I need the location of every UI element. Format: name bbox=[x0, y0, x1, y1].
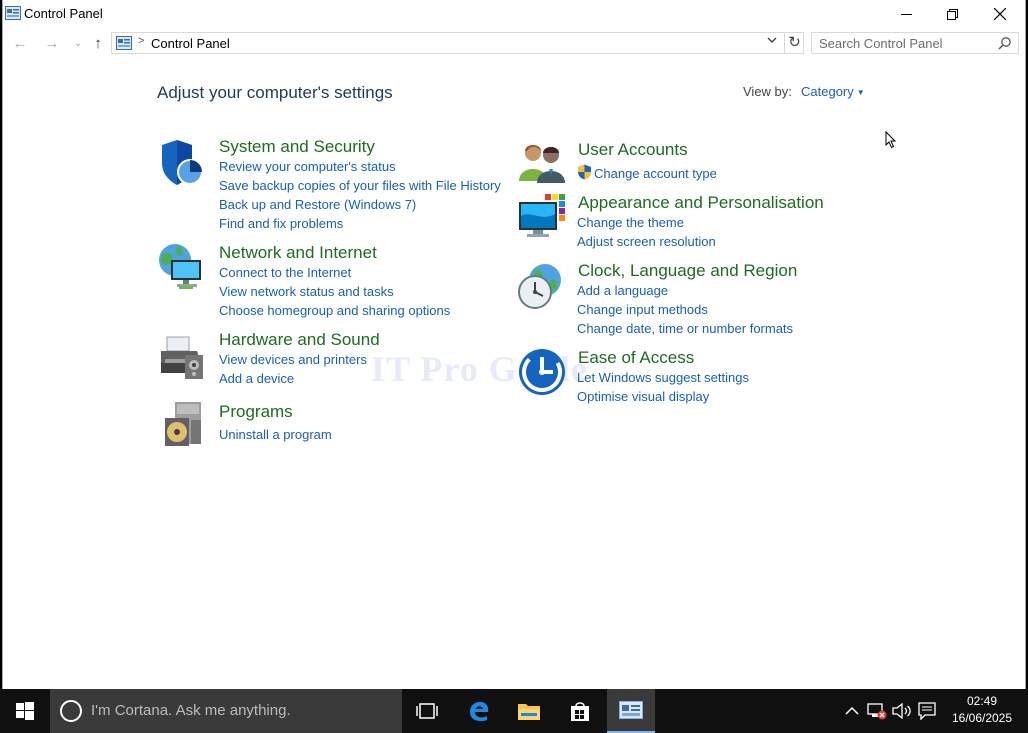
store-bag-icon bbox=[571, 702, 589, 721]
taskbar: I'm Cortana. Ask me anything. 02:49 16/0… bbox=[0, 689, 1028, 733]
category-hardware-and-sound[interactable]: Hardware and Sound bbox=[219, 330, 380, 350]
caret-down-icon: ▼ bbox=[856, 88, 865, 98]
control-panel-taskbar-button[interactable] bbox=[607, 689, 655, 733]
link-devices-printers[interactable]: View devices and printers bbox=[219, 352, 367, 367]
file-explorer-taskbar-button[interactable] bbox=[505, 689, 553, 733]
start-button[interactable] bbox=[0, 689, 50, 733]
view-by-value[interactable]: Category bbox=[801, 84, 854, 99]
network-icon[interactable] bbox=[157, 242, 207, 292]
cortana-icon bbox=[60, 700, 82, 722]
monitor-icon[interactable] bbox=[517, 192, 567, 242]
link-input-methods[interactable]: Change input methods bbox=[577, 302, 708, 317]
link-review-status[interactable]: Review your computer's status bbox=[219, 159, 396, 174]
recent-locations-button[interactable]: ⌄ bbox=[67, 32, 89, 54]
category-user-accounts[interactable]: User Accounts bbox=[578, 140, 688, 160]
link-file-history[interactable]: Save backup copies of your files with Fi… bbox=[219, 178, 501, 193]
category-network-and-internet[interactable]: Network and Internet bbox=[219, 243, 377, 263]
minimize-button[interactable] bbox=[883, 0, 929, 28]
search-icon[interactable] bbox=[998, 36, 1012, 50]
minimize-icon bbox=[900, 13, 912, 15]
link-add-device[interactable]: Add a device bbox=[219, 371, 294, 386]
restore-icon bbox=[946, 8, 958, 20]
category-appearance-and-personalisation[interactable]: Appearance and Personalisation bbox=[578, 193, 824, 213]
uac-shield-icon bbox=[578, 164, 591, 180]
link-find-fix-problems[interactable]: Find and fix problems bbox=[219, 216, 343, 231]
link-optimise-display[interactable]: Optimise visual display bbox=[577, 389, 709, 404]
search-box[interactable] bbox=[811, 32, 1019, 54]
edge-icon bbox=[470, 701, 489, 722]
link-add-language[interactable]: Add a language bbox=[577, 283, 668, 298]
view-by-dropdown[interactable]: Category ▼ bbox=[801, 84, 865, 99]
close-icon bbox=[994, 8, 1006, 20]
users-icon[interactable] bbox=[517, 139, 567, 189]
chevron-down-icon[interactable] bbox=[764, 35, 780, 51]
search-input[interactable] bbox=[812, 33, 992, 53]
link-homegroup-sharing[interactable]: Choose homegroup and sharing options bbox=[219, 303, 450, 318]
clock-globe-icon[interactable] bbox=[515, 262, 565, 312]
category-ease-of-access[interactable]: Ease of Access bbox=[578, 348, 694, 368]
link-network-status[interactable]: View network status and tasks bbox=[219, 284, 394, 299]
back-button[interactable]: ← bbox=[9, 32, 31, 54]
control-panel-window: Control Panel ← → ⌄ ↑ > Control Panel ↻ … bbox=[2, 0, 1026, 689]
link-uninstall-program[interactable]: Uninstall a program bbox=[219, 427, 332, 442]
category-clock-language-region[interactable]: Clock, Language and Region bbox=[578, 261, 797, 281]
link-connect-internet[interactable]: Connect to the Internet bbox=[219, 265, 351, 280]
cortana-search-box[interactable]: I'm Cortana. Ask me anything. bbox=[50, 689, 402, 733]
restore-button[interactable] bbox=[929, 0, 975, 28]
refresh-button[interactable]: ↻ bbox=[784, 33, 804, 53]
navigation-bar: ← → ⌄ ↑ > Control Panel ↻ bbox=[3, 30, 1025, 56]
title-bar[interactable]: Control Panel bbox=[3, 0, 1025, 28]
task-view-button[interactable] bbox=[403, 689, 451, 733]
windows-logo-icon bbox=[16, 702, 34, 720]
link-screen-resolution[interactable]: Adjust screen resolution bbox=[577, 234, 716, 249]
link-change-account-type[interactable]: Change account type bbox=[594, 166, 717, 181]
breadcrumb-separator[interactable]: > bbox=[138, 35, 144, 47]
link-change-theme[interactable]: Change the theme bbox=[577, 215, 684, 230]
control-panel-icon bbox=[116, 36, 132, 50]
action-center-icon[interactable] bbox=[917, 701, 937, 721]
network-disconnected-icon[interactable] bbox=[867, 701, 887, 721]
clock-time: 02:49 bbox=[966, 694, 998, 708]
mouse-cursor-icon bbox=[885, 131, 897, 149]
link-backup-restore[interactable]: Back up and Restore (Windows 7) bbox=[219, 197, 416, 212]
task-view-icon bbox=[416, 703, 438, 719]
address-bar[interactable]: > Control Panel ↻ bbox=[111, 32, 804, 54]
store-taskbar-button[interactable] bbox=[556, 689, 604, 733]
control-panel-icon bbox=[5, 6, 21, 20]
link-date-time-formats[interactable]: Change date, time or number formats bbox=[577, 321, 793, 336]
forward-button[interactable]: → bbox=[41, 32, 63, 54]
ease-of-access-icon[interactable] bbox=[517, 347, 567, 397]
window-title: Control Panel bbox=[24, 6, 103, 21]
chevron-up-icon[interactable] bbox=[842, 701, 862, 721]
up-button[interactable]: ↑ bbox=[87, 32, 109, 54]
clock-date: 16/06/2025 bbox=[951, 711, 1013, 725]
volume-icon[interactable] bbox=[892, 701, 912, 721]
taskbar-clock[interactable]: 02:49 16/06/2025 bbox=[944, 693, 1020, 727]
control-panel-icon bbox=[619, 701, 643, 719]
view-by-label: View by: bbox=[743, 84, 792, 99]
edge-taskbar-button[interactable] bbox=[455, 689, 503, 733]
link-suggest-settings[interactable]: Let Windows suggest settings bbox=[577, 370, 749, 385]
printer-icon[interactable] bbox=[157, 333, 207, 383]
close-button[interactable] bbox=[977, 0, 1023, 28]
folder-icon bbox=[518, 704, 540, 720]
shield-icon[interactable] bbox=[157, 139, 207, 189]
category-programs[interactable]: Programs bbox=[219, 402, 293, 422]
breadcrumb[interactable]: Control Panel bbox=[151, 36, 230, 51]
category-system-and-security[interactable]: System and Security bbox=[219, 137, 375, 157]
cortana-placeholder[interactable]: I'm Cortana. Ask me anything. bbox=[91, 702, 291, 719]
page-title: Adjust your computer's settings bbox=[157, 83, 393, 102]
programs-icon[interactable] bbox=[161, 400, 211, 450]
